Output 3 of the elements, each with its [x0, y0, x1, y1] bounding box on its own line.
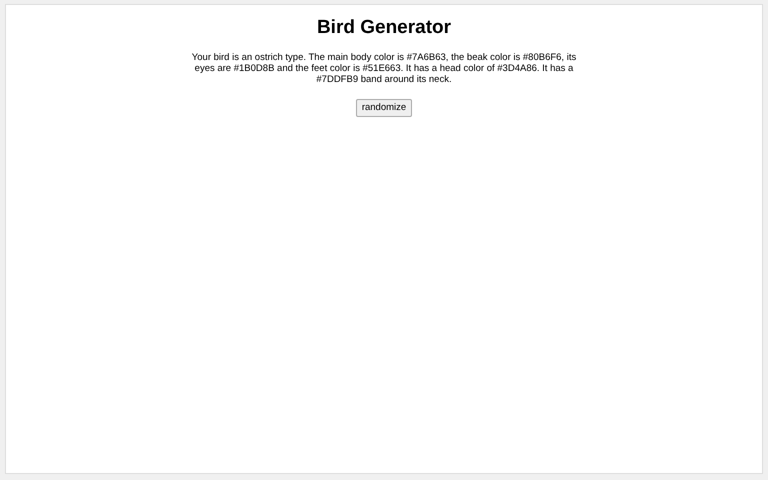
bird-description: Your bird is an ostrich type. The main body color is #7A6B63, the beak color is #80B6F6, its eyes are #1B0D8B and the feet color is #51E663. It has a head color of #3D4A86. It has a #7DDFB9 band around its neck.	[190, 52, 578, 85]
page-title: Bird Generator	[316, 17, 452, 40]
randomize-button[interactable]: randomize	[356, 98, 412, 118]
